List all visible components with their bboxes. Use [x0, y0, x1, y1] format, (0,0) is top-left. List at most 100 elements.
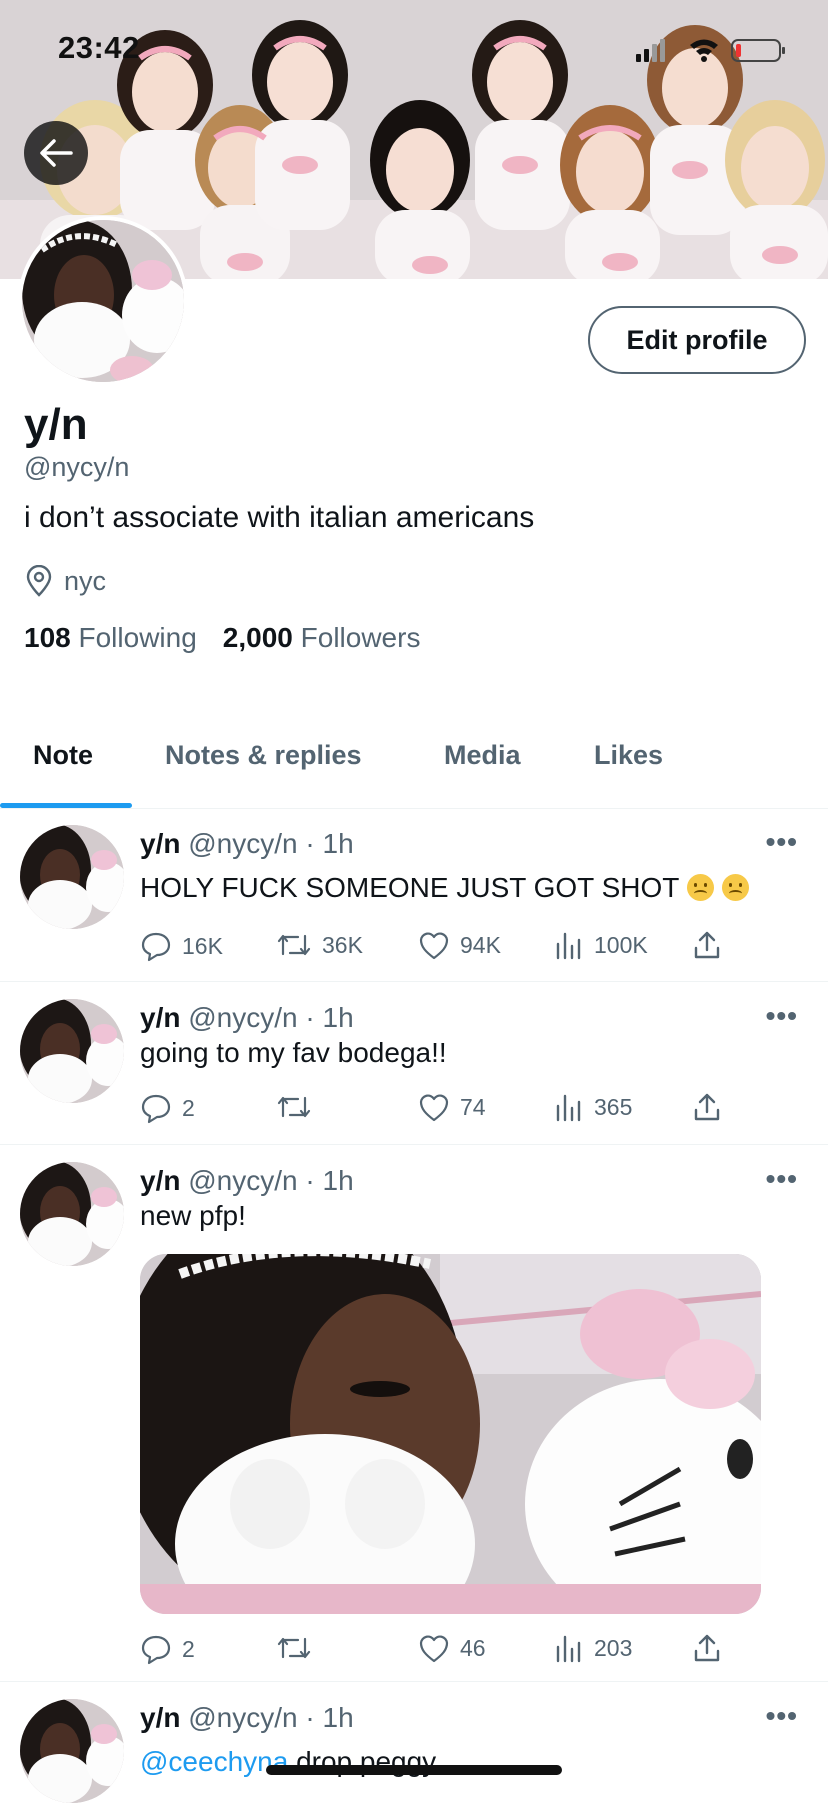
location-pin-icon	[26, 565, 52, 597]
wifi-icon	[690, 39, 718, 62]
views-button[interactable]: 100K	[554, 930, 648, 960]
arrow-left-icon	[40, 139, 73, 167]
post-timestamp: · 1h	[305, 1002, 354, 1033]
post-item[interactable]: y/n @nycy/n · 1h ••• HOLY FUCK SOMEONE J…	[0, 808, 828, 982]
post-header: y/n @nycy/n · 1h	[140, 1702, 354, 1734]
repost-count: 36K	[322, 931, 363, 958]
post-author-name[interactable]: y/n	[140, 1702, 180, 1733]
post-author-handle[interactable]: @nycy/n	[188, 1165, 297, 1196]
tab-notes-replies[interactable]: Notes & replies	[165, 740, 362, 771]
like-button[interactable]: 94K	[418, 930, 501, 960]
share-icon	[694, 931, 720, 959]
post-body: new pfp!	[140, 1200, 246, 1231]
share-button[interactable]	[692, 930, 722, 960]
like-button[interactable]: 46	[418, 1633, 486, 1663]
post-body: HOLY FUCK SOMEONE JUST GOT SHOT	[140, 872, 680, 903]
post-media-image[interactable]	[140, 1254, 761, 1614]
views-button[interactable]: 203	[554, 1633, 632, 1663]
views-button[interactable]: 365	[554, 1092, 632, 1122]
cellular-signal-icon	[636, 39, 665, 62]
post-timestamp: · 1h	[305, 1702, 354, 1733]
share-button[interactable]	[692, 1633, 722, 1663]
following-count: 108	[24, 622, 71, 653]
reply-icon	[141, 1094, 171, 1124]
post-header: y/n @nycy/n · 1h	[140, 1002, 354, 1034]
profile-display-name: y/n	[24, 400, 88, 449]
tab-media[interactable]: Media	[444, 740, 521, 771]
tab-likes[interactable]: Likes	[594, 740, 663, 771]
more-options-icon[interactable]: •••	[766, 1700, 798, 1732]
post-author-name[interactable]: y/n	[140, 1165, 180, 1196]
post-author-handle[interactable]: @nycy/n	[188, 828, 297, 859]
more-options-icon[interactable]: •••	[766, 826, 798, 858]
post-body: going to my fav bodega!!	[140, 1037, 447, 1068]
profile-bio: i don’t associate with italian americans	[24, 501, 535, 534]
repost-icon	[277, 1637, 311, 1659]
analytics-icon	[556, 1635, 581, 1663]
tab-note[interactable]: Note	[33, 740, 93, 771]
like-count: 94K	[460, 931, 501, 958]
reply-button[interactable]: 2	[140, 1633, 195, 1665]
like-count: 74	[460, 1093, 486, 1120]
heart-icon	[419, 1094, 449, 1122]
more-options-icon[interactable]: •••	[766, 1000, 798, 1032]
share-button[interactable]	[692, 1092, 722, 1122]
following-link[interactable]: 108 Following	[24, 622, 197, 654]
post-avatar[interactable]	[20, 1162, 124, 1266]
reply-icon	[141, 932, 171, 962]
post-author-handle[interactable]: @nycy/n	[188, 1702, 297, 1733]
reply-count: 16K	[182, 932, 223, 959]
post-item[interactable]: y/n @nycy/n · 1h ••• going to my fav bod…	[0, 982, 828, 1145]
profile-tabs: Note Notes & replies Media Likes	[0, 728, 828, 808]
profile-handle: @nycy/n	[24, 452, 130, 482]
heart-icon	[419, 1635, 449, 1663]
post-actions: 2 46 203	[140, 1633, 720, 1669]
post-text: HOLY FUCK SOMEONE JUST GOT SHOT	[140, 872, 750, 904]
reply-count: 2	[182, 1635, 195, 1662]
reply-button[interactable]: 2	[140, 1092, 195, 1124]
like-count: 46	[460, 1634, 486, 1661]
status-bar-time: 23:42	[58, 30, 140, 65]
reply-icon	[141, 1635, 171, 1665]
post-author-handle[interactable]: @nycy/n	[188, 1002, 297, 1033]
edit-profile-button[interactable]: Edit profile	[588, 306, 806, 374]
profile-location: nyc	[24, 563, 106, 599]
post-author-name[interactable]: y/n	[140, 1002, 180, 1033]
location-text: nyc	[64, 565, 107, 596]
repost-button[interactable]	[276, 1633, 322, 1663]
worried-face-emoji-icon	[687, 874, 715, 901]
post-actions: 2 74 365	[140, 1092, 720, 1128]
profile-avatar[interactable]	[18, 216, 188, 386]
repost-button[interactable]	[276, 1092, 322, 1122]
repost-button[interactable]: 36K	[276, 930, 363, 960]
home-indicator[interactable]	[266, 1765, 562, 1775]
post-header: y/n @nycy/n · 1h	[140, 828, 354, 860]
post-avatar[interactable]	[20, 1699, 124, 1803]
post-timestamp: · 1h	[305, 828, 354, 859]
share-icon	[694, 1634, 720, 1662]
view-count: 365	[594, 1093, 633, 1120]
followers-count: 2,000	[222, 622, 293, 653]
reply-button[interactable]: 16K	[140, 930, 223, 962]
repost-icon	[277, 934, 311, 956]
worried-face-emoji-icon	[722, 874, 750, 901]
follow-stats: 108 Following 2,000 Followers	[24, 622, 420, 654]
followers-link[interactable]: 2,000 Followers	[223, 622, 421, 654]
post-timestamp: · 1h	[305, 1165, 354, 1196]
post-avatar[interactable]	[20, 825, 124, 929]
post-item[interactable]: y/n @nycy/n · 1h ••• @ceechyna drop pegg…	[0, 1682, 828, 1803]
post-author-name[interactable]: y/n	[140, 828, 180, 859]
like-button[interactable]: 74	[418, 1092, 486, 1122]
view-count: 100K	[594, 931, 648, 958]
share-icon	[694, 1093, 720, 1121]
analytics-icon	[556, 1094, 581, 1122]
analytics-icon	[556, 932, 581, 960]
more-options-icon[interactable]: •••	[766, 1163, 798, 1195]
reply-count: 2	[182, 1094, 195, 1121]
view-count: 203	[594, 1634, 633, 1661]
post-avatar[interactable]	[20, 999, 124, 1103]
post-actions: 16K 36K 94K 100K	[140, 930, 720, 966]
following-label: Following	[78, 622, 197, 653]
battery-icon	[731, 39, 785, 62]
back-button[interactable]	[24, 121, 88, 185]
